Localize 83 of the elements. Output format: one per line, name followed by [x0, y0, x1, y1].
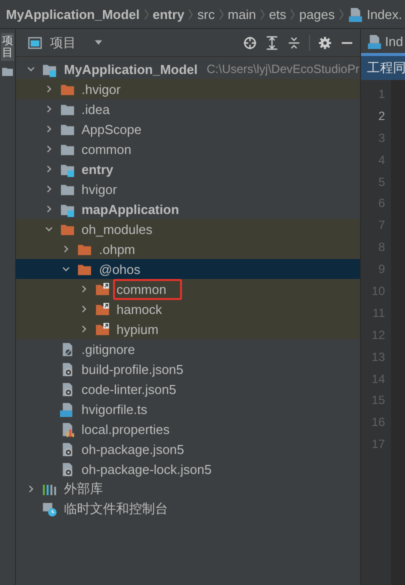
- tree-item-label: hypium: [116, 320, 160, 339]
- tree-item-label: @ohos: [98, 260, 142, 278]
- tree-item-label: build-profile.json5: [80, 360, 184, 379]
- tree-item-label: mapApplication: [80, 200, 180, 219]
- tree-item-label: 外部库: [63, 480, 104, 498]
- tree-item-label: MyApplication_Model: [63, 60, 199, 79]
- separator-icon: [290, 8, 296, 20]
- chevron-icon[interactable]: [61, 264, 71, 274]
- tree-item-label: 临时文件和控制台: [63, 500, 169, 518]
- banner-text: 工程同: [367, 59, 405, 77]
- tree-item-label: common: [112, 278, 182, 300]
- tree-item-label: hvigor: [80, 180, 118, 199]
- chevron-icon[interactable]: [26, 64, 36, 74]
- separator-icon: [218, 8, 224, 20]
- tree-item-label: .hvigor: [80, 80, 122, 99]
- breadcrumb-item[interactable]: pages: [299, 6, 335, 22]
- tree-row[interactable]: hamock: [16, 299, 360, 319]
- breadcrumb-item[interactable]: main: [228, 6, 256, 22]
- tree-row[interactable]: .gitignore: [16, 339, 360, 359]
- tree-row[interactable]: hypium: [16, 319, 360, 339]
- tree-row[interactable]: build-profile.json5: [16, 359, 360, 379]
- breadcrumb-item[interactable]: Index.: [366, 6, 402, 22]
- editor-tab[interactable]: Ind: [361, 29, 405, 56]
- tree-row[interactable]: entry: [16, 159, 360, 179]
- tree-row[interactable]: code-linter.json5: [16, 379, 360, 399]
- separator-icon: [188, 8, 194, 20]
- tree-item-label: oh-package.json5: [80, 440, 186, 459]
- tree-row[interactable]: oh-package-lock.json5: [16, 459, 360, 479]
- expand-all-icon[interactable]: [265, 36, 279, 50]
- tree-item-label: oh-package-lock.json5: [80, 460, 213, 479]
- breadcrumb-item[interactable]: MyApplication_Model: [6, 6, 140, 22]
- tree-row[interactable]: 外部库: [16, 479, 360, 499]
- tree-row[interactable]: oh-package.json5: [16, 439, 360, 459]
- project-tool-tab[interactable]: 项目: [1, 33, 14, 62]
- tree-row[interactable]: mapApplication: [16, 199, 360, 219]
- chevron-icon[interactable]: [61, 244, 71, 254]
- breadcrumb-item[interactable]: entry: [152, 6, 184, 22]
- tree-row[interactable]: hvigorfile.ts: [16, 399, 360, 419]
- linked-folder-icon: [94, 302, 110, 316]
- tree-item-label: .gitignore: [80, 340, 136, 359]
- project-path: C:\Users\lyj\DevEcoStudioPr: [206, 62, 360, 76]
- tree-item-label: entry: [80, 160, 114, 179]
- breadcrumb-item[interactable]: src: [197, 6, 215, 22]
- scratch-console-icon: [42, 502, 57, 516]
- tree-row[interactable]: @ohos: [16, 259, 360, 279]
- separator-icon: [338, 8, 344, 20]
- tree-item-label: local.properties: [80, 420, 171, 439]
- window-icon: [28, 36, 42, 50]
- ets-file-icon: [367, 34, 382, 48]
- tree-row[interactable]: local.properties: [16, 419, 360, 439]
- line-number: 2: [378, 108, 385, 125]
- tree-row[interactable]: AppScope: [16, 119, 360, 139]
- tree-row[interactable]: common: [16, 139, 360, 159]
- tree-item-label: AppScope: [80, 120, 142, 139]
- tree-row[interactable]: .idea: [16, 99, 360, 119]
- separator-icon: [144, 8, 149, 20]
- tree-row[interactable]: .hvigor: [16, 79, 360, 99]
- tree-row[interactable]: oh_modules: [16, 219, 360, 239]
- collapse-all-icon[interactable]: [287, 36, 301, 50]
- separator-icon: [260, 8, 265, 20]
- tree-row[interactable]: hvigor: [16, 179, 360, 199]
- tree-row[interactable]: .ohpm: [16, 239, 360, 259]
- tree-item-label: hamock: [116, 300, 164, 318]
- breadcrumb-item[interactable]: ets: [268, 6, 286, 22]
- panel-title[interactable]: 项目: [50, 34, 76, 52]
- tree-row[interactable]: common: [16, 279, 360, 299]
- tree-item-label: .idea: [80, 100, 111, 118]
- caret-icon[interactable]: [94, 40, 103, 46]
- tree-item-label: .ohpm: [98, 240, 136, 259]
- crosshair-icon[interactable]: [243, 36, 257, 50]
- chevron-icon[interactable]: [44, 224, 54, 234]
- tree-item-label: oh_modules: [80, 220, 154, 239]
- tree-item-label: common: [80, 140, 132, 158]
- chevron-icon[interactable]: [26, 484, 36, 494]
- tree-row[interactable]: MyApplication_Model C:\Users\lyj\DevEcoStudioPr: [16, 59, 360, 79]
- tree-row[interactable]: 临时文件和控制台: [16, 499, 360, 519]
- tree-item-label: hvigorfile.ts: [80, 400, 148, 419]
- linked-folder-icon: [94, 282, 110, 296]
- ts-file-icon: [60, 402, 74, 416]
- ets-file-icon: [348, 6, 363, 22]
- linked-folder-icon: [94, 322, 110, 336]
- settings-icon[interactable]: [318, 36, 332, 50]
- tree-item-label: code-linter.json5: [80, 380, 178, 399]
